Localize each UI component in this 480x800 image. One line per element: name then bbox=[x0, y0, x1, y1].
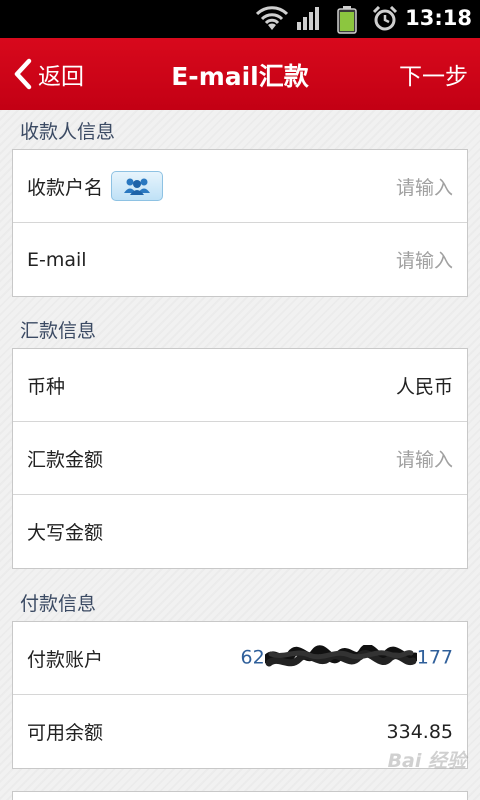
available-balance-value: 334.85 bbox=[386, 720, 453, 743]
section-title-remit: 汇款信息 bbox=[20, 320, 97, 342]
contacts-icon bbox=[124, 178, 151, 195]
amount-in-words-label: 大写金额 bbox=[27, 522, 104, 544]
email-input[interactable]: 请输入 bbox=[396, 246, 453, 273]
remit-group: 币种 人民币 汇款金额 请输入 大写金额 bbox=[12, 348, 468, 569]
payee-group: 收款户名 请输入 E-mail 请输入 bbox=[12, 149, 468, 297]
amount-in-words-row: 大写金额 bbox=[13, 495, 467, 568]
alarm-icon bbox=[372, 6, 398, 31]
watermark: Bai 经验 bbox=[387, 750, 466, 772]
account-suffix: 177 bbox=[416, 646, 453, 669]
section-title-payee: 收款人信息 bbox=[20, 121, 116, 143]
pay-account-label: 付款账户 bbox=[27, 648, 104, 671]
currency-label: 币种 bbox=[27, 375, 66, 398]
battery-icon bbox=[337, 6, 357, 34]
account-prefix: 62 bbox=[240, 646, 265, 669]
redaction-scribble bbox=[264, 645, 417, 667]
status-bar: 13:18 bbox=[0, 0, 480, 38]
clock-time: 13:18 bbox=[405, 6, 472, 30]
amount-row[interactable]: 汇款金额 请输入 bbox=[13, 422, 467, 495]
amount-label: 汇款金额 bbox=[27, 448, 104, 471]
payee-name-label: 收款户名 bbox=[27, 176, 104, 199]
wifi-icon bbox=[256, 6, 288, 30]
email-label: E-mail bbox=[27, 248, 87, 271]
title-bar: 返回 E-mail汇款 下一步 bbox=[0, 38, 480, 110]
pay-account-row[interactable]: 付款账户 62 177 bbox=[13, 622, 467, 695]
payee-name-row[interactable]: 收款户名 请输入 bbox=[13, 150, 467, 223]
signal-icon bbox=[297, 7, 319, 30]
pay-account-value[interactable]: 62 177 bbox=[241, 645, 453, 671]
form-content: 收款人信息 收款户名 请输入 E-mail 请输入 汇款信息 币种 人民币 汇款… bbox=[0, 110, 480, 800]
next-group-partial bbox=[12, 791, 468, 800]
email-row[interactable]: E-mail 请输入 bbox=[13, 223, 467, 296]
next-step-button[interactable]: 下一步 bbox=[399, 57, 468, 91]
amount-input[interactable]: 请输入 bbox=[396, 445, 453, 472]
contacts-button[interactable] bbox=[111, 171, 164, 201]
currency-value[interactable]: 人民币 bbox=[396, 372, 453, 399]
section-title-payer: 付款信息 bbox=[20, 593, 97, 615]
currency-row[interactable]: 币种 人民币 bbox=[13, 349, 467, 422]
available-balance-label: 可用余额 bbox=[27, 722, 104, 744]
payee-name-input[interactable]: 请输入 bbox=[396, 173, 453, 200]
